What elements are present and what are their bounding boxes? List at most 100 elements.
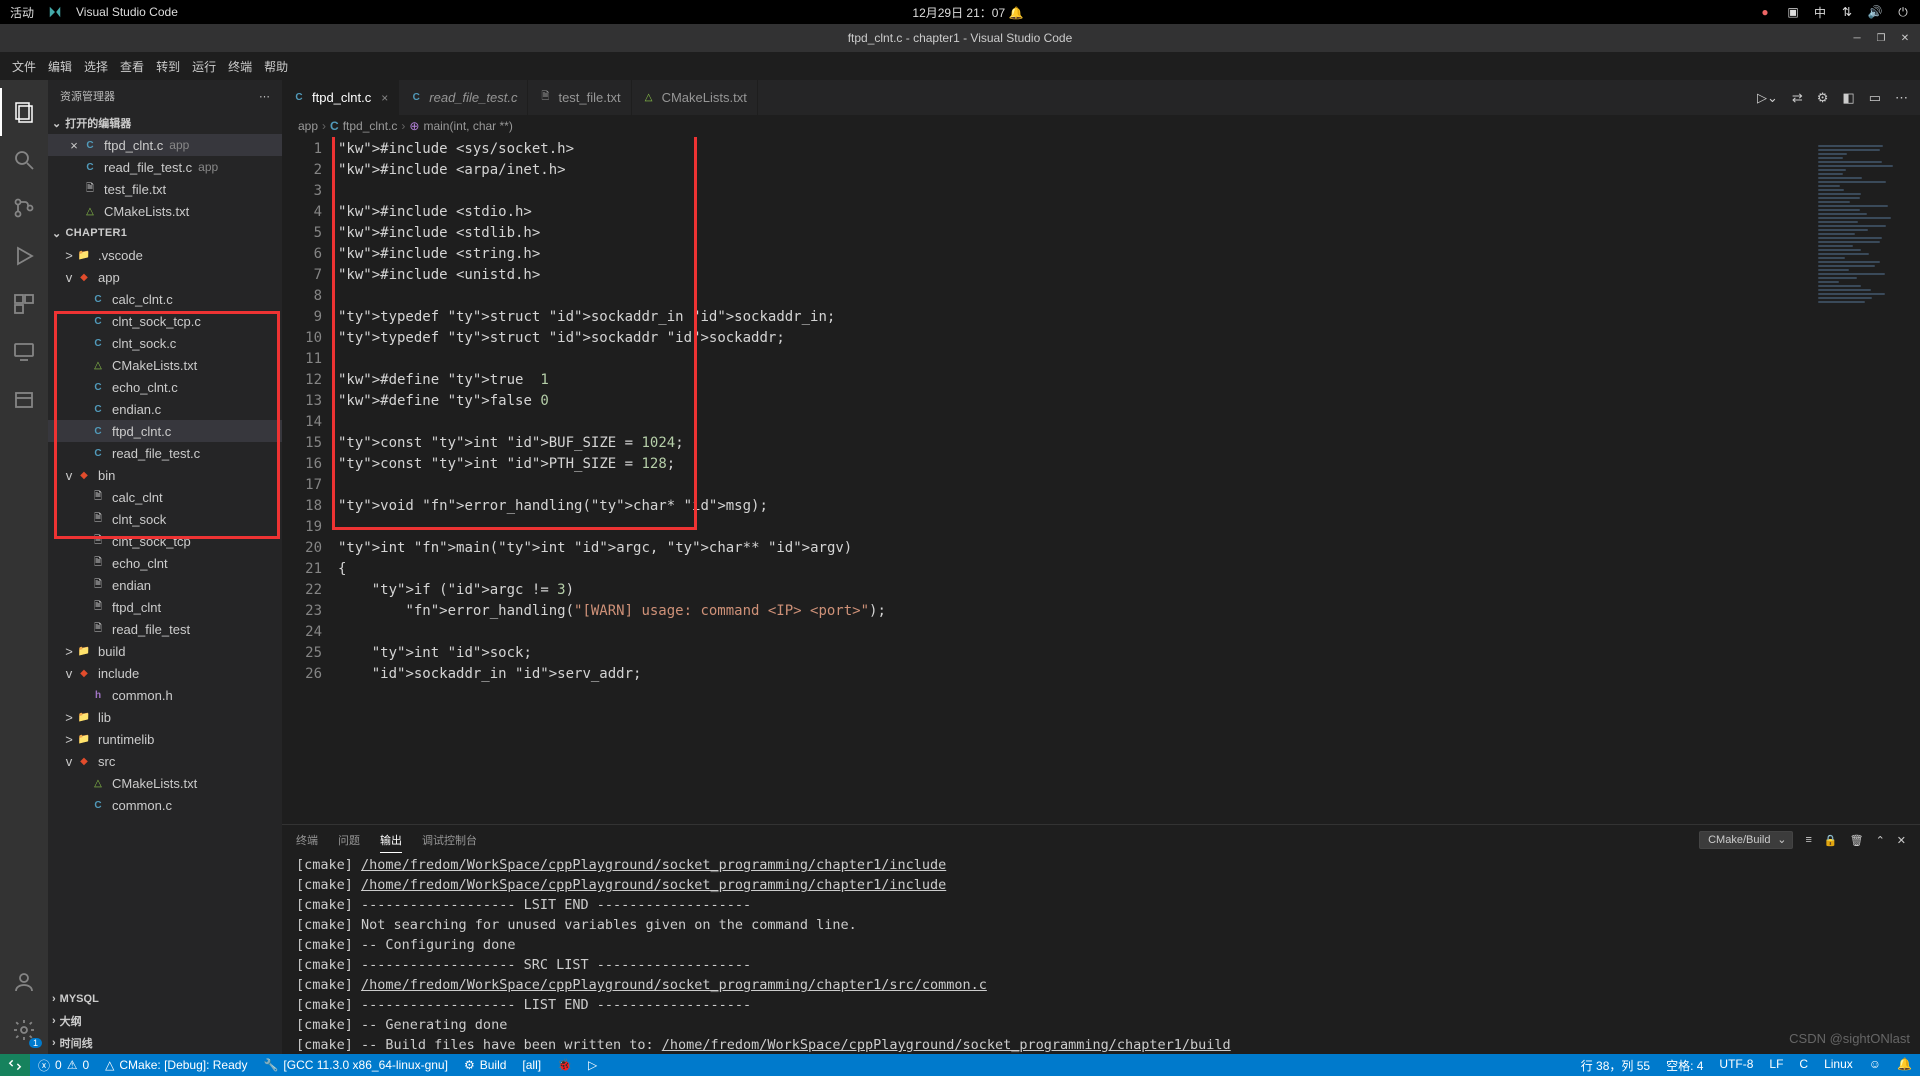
tree-item[interactable]: 🗎endian: [48, 574, 282, 596]
more-icon[interactable]: ⋯: [259, 90, 270, 103]
output-channel-select[interactable]: CMake/Build: [1699, 831, 1793, 849]
network-icon[interactable]: ⇅: [1840, 5, 1854, 19]
clear-icon[interactable]: 🗑: [1850, 834, 1864, 847]
open-editor-item[interactable]: 🗎test_file.txt: [48, 178, 282, 200]
menu-编辑[interactable]: 编辑: [42, 58, 78, 75]
source-control-icon[interactable]: [0, 184, 48, 232]
filter-icon[interactable]: ≡: [1805, 834, 1811, 846]
open-editor-item[interactable]: △CMakeLists.txt: [48, 200, 282, 222]
clock[interactable]: 12月29日 21：07: [912, 6, 1005, 20]
explorer-icon[interactable]: [0, 88, 48, 136]
mysql-section[interactable]: ›MYSQL: [48, 988, 282, 1010]
tree-item[interactable]: 🗎calc_clnt: [48, 486, 282, 508]
cmake-kit[interactable]: 🔧 [GCC 11.3.0 x86_64-linux-gnu]: [255, 1054, 456, 1076]
eol-info[interactable]: LF: [1761, 1057, 1791, 1071]
editor-tab[interactable]: △CMakeLists.txt: [632, 80, 758, 115]
feedback-icon[interactable]: ☺: [1861, 1057, 1889, 1071]
tree-item[interactable]: △CMakeLists.txt: [48, 772, 282, 794]
tree-item[interactable]: △CMakeLists.txt: [48, 354, 282, 376]
maximize-button[interactable]: ❐: [1874, 31, 1888, 45]
tree-item[interactable]: v◆include: [48, 662, 282, 684]
close-panel-icon[interactable]: ✕: [1897, 834, 1906, 847]
cmake-status[interactable]: △ CMake: [Debug]: Ready: [97, 1054, 255, 1076]
remote-icon[interactable]: [0, 328, 48, 376]
breadcrumb-item[interactable]: main(int, char **): [423, 119, 512, 133]
output-panel[interactable]: [cmake] /home/fredom/WorkSpace/cppPlaygr…: [282, 855, 1920, 1054]
breadcrumbs[interactable]: app›C ftpd_clnt.c›⊕ main(int, char **): [282, 115, 1920, 137]
tree-item[interactable]: hcommon.h: [48, 684, 282, 706]
menu-运行[interactable]: 运行: [186, 58, 222, 75]
menu-查看[interactable]: 查看: [114, 58, 150, 75]
layout-icon[interactable]: ▭: [1869, 90, 1881, 106]
database-icon[interactable]: [0, 376, 48, 424]
breadcrumb-item[interactable]: app: [298, 119, 318, 133]
editor-tab[interactable]: 🗎test_file.txt: [528, 80, 631, 115]
panel-tab[interactable]: 输出: [380, 828, 402, 853]
tree-item[interactable]: Ccalc_clnt.c: [48, 288, 282, 310]
tree-item[interactable]: v◆app: [48, 266, 282, 288]
volume-icon[interactable]: 🔊: [1868, 5, 1882, 19]
open-editor-item[interactable]: ×Cftpd_clnt.capp: [48, 134, 282, 156]
open-editors-header[interactable]: ⌄打开的编辑器: [48, 112, 282, 134]
tree-item[interactable]: Cftpd_clnt.c: [48, 420, 282, 442]
errors-count[interactable]: ⓧ 0 ⚠ 0: [30, 1054, 97, 1076]
indent-info[interactable]: 空格: 4: [1658, 1057, 1711, 1074]
tree-item[interactable]: v◆bin: [48, 464, 282, 486]
panel-tab[interactable]: 问题: [338, 828, 360, 852]
tree-item[interactable]: Cread_file_test.c: [48, 442, 282, 464]
search-icon[interactable]: [0, 136, 48, 184]
breadcrumb-item[interactable]: ftpd_clnt.c: [343, 119, 398, 133]
gear-icon[interactable]: ⚙: [1817, 90, 1829, 106]
tree-item[interactable]: v◆src: [48, 750, 282, 772]
encoding-info[interactable]: UTF-8: [1711, 1057, 1761, 1071]
tree-item[interactable]: >📁build: [48, 640, 282, 662]
lock-icon[interactable]: 🔒: [1824, 834, 1838, 847]
menu-终端[interactable]: 终端: [222, 58, 258, 75]
power-icon[interactable]: ⏻: [1896, 5, 1910, 19]
tree-item[interactable]: Cendian.c: [48, 398, 282, 420]
chevron-up-icon[interactable]: ⌃: [1876, 834, 1885, 847]
activities-label[interactable]: 活动: [10, 4, 34, 21]
account-icon[interactable]: [0, 958, 48, 1006]
tree-item[interactable]: 🗎clnt_sock_tcp: [48, 530, 282, 552]
tree-item[interactable]: Ccommon.c: [48, 794, 282, 816]
os-info[interactable]: Linux: [1816, 1057, 1861, 1071]
tray-icon[interactable]: ▣: [1786, 5, 1800, 19]
bell-icon[interactable]: 🔔: [1008, 6, 1023, 20]
minimize-button[interactable]: ─: [1850, 31, 1864, 45]
editor-tab[interactable]: Cread_file_test.c: [399, 80, 528, 115]
build-target[interactable]: [all]: [514, 1054, 549, 1076]
menu-文件[interactable]: 文件: [6, 58, 42, 75]
tree-item[interactable]: 🗎echo_clnt: [48, 552, 282, 574]
build-button[interactable]: ⚙ Build: [456, 1054, 514, 1076]
timeline-section[interactable]: ›时间线: [48, 1032, 282, 1054]
notifications-icon[interactable]: 🔔: [1889, 1057, 1920, 1071]
minimap[interactable]: [1810, 137, 1920, 824]
split-compare-icon[interactable]: ⇄: [1792, 90, 1803, 106]
open-editor-item[interactable]: Cread_file_test.capp: [48, 156, 282, 178]
menu-转到[interactable]: 转到: [150, 58, 186, 75]
menu-选择[interactable]: 选择: [78, 58, 114, 75]
tree-item[interactable]: Cclnt_sock_tcp.c: [48, 310, 282, 332]
close-button[interactable]: ✕: [1898, 31, 1912, 45]
tree-item[interactable]: >📁runtimelib: [48, 728, 282, 750]
run-debug-icon[interactable]: [0, 232, 48, 280]
tree-item[interactable]: 🗎clnt_sock: [48, 508, 282, 530]
project-header[interactable]: ⌄CHAPTER1: [48, 222, 282, 244]
outline-section[interactable]: ›大纲: [48, 1010, 282, 1032]
panel-tab[interactable]: 终端: [296, 828, 318, 852]
tree-item[interactable]: 🗎ftpd_clnt: [48, 596, 282, 618]
language-mode[interactable]: C: [1791, 1057, 1816, 1071]
input-method[interactable]: 中: [1814, 4, 1826, 21]
panel-tab[interactable]: 调试控制台: [422, 828, 477, 852]
settings-icon[interactable]: 1: [0, 1006, 48, 1054]
cursor-position[interactable]: 行 38，列 55: [1573, 1057, 1658, 1074]
debug-icon[interactable]: 🐞: [549, 1054, 580, 1076]
record-icon[interactable]: ●: [1758, 5, 1772, 19]
extensions-icon[interactable]: [0, 280, 48, 328]
tree-item[interactable]: Cclnt_sock.c: [48, 332, 282, 354]
code-editor[interactable]: "kw">#include <sys/socket.h> "kw">#inclu…: [338, 137, 1810, 824]
tree-item[interactable]: >📁.vscode: [48, 244, 282, 266]
run-icon[interactable]: ▷: [580, 1054, 605, 1076]
run-dropdown-icon[interactable]: ▷⌄: [1757, 90, 1778, 106]
